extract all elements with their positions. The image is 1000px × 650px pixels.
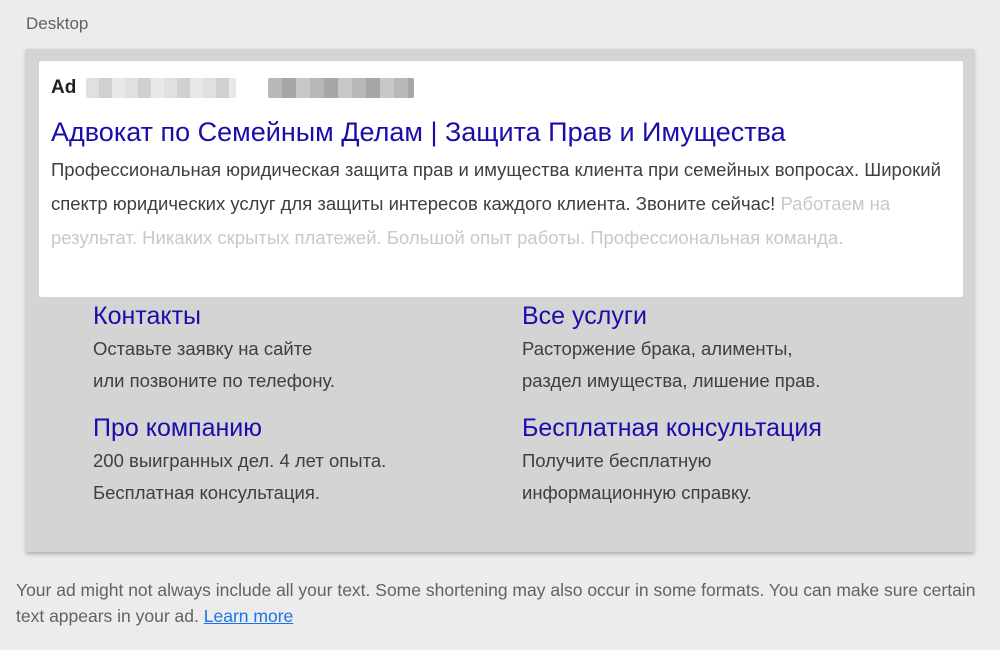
ad-description: Профессиональная юридическая защита прав… xyxy=(51,153,941,255)
sitelink-desc-line2: информационную справку. xyxy=(522,482,752,503)
ad-card: Ad Адвокат по Семейным Делам | Защита Пр… xyxy=(39,61,963,297)
ad-badge: Ad xyxy=(51,77,77,98)
sitelink-contacts: Контакты Оставьте заявку на сайте или по… xyxy=(93,299,493,397)
sitelink-desc-line2: раздел имущества, лишение прав. xyxy=(522,370,821,391)
sitelink-about-company: Про компанию 200 выигранных дел. 4 лет о… xyxy=(93,411,493,509)
blurred-display-url xyxy=(86,78,237,98)
blurred-display-path xyxy=(268,78,415,98)
sitelink-all-services: Все услуги Расторжение брака, алименты, … xyxy=(522,299,922,397)
footer-note-text: Your ad might not always include all you… xyxy=(16,580,976,626)
sitelink-desc-line1: Расторжение брака, алименты, xyxy=(522,338,793,359)
preview-device-label: Desktop xyxy=(26,14,89,33)
sitelink-title[interactable]: Все услуги xyxy=(522,299,922,333)
sitelink-free-consultation: Бесплатная консультация Получите бесплат… xyxy=(522,411,922,509)
sitelink-title[interactable]: Контакты xyxy=(93,299,493,333)
sitelink-desc-line1: 200 выигранных дел. 4 лет опыта. xyxy=(93,450,387,471)
sitelink-desc-line2: Бесплатная консультация. xyxy=(93,482,321,503)
sitelink-desc-line1: Получите бесплатную xyxy=(522,450,712,471)
ad-headline[interactable]: Адвокат по Семейным Делам | Защита Прав … xyxy=(51,115,951,149)
sitelink-title[interactable]: Бесплатная консультация xyxy=(522,411,922,445)
sitelink-desc-line2: или позвоните по телефону. xyxy=(93,370,336,391)
ad-preview-frame: Ad Адвокат по Семейным Делам | Защита Пр… xyxy=(26,49,974,552)
ad-header-row: Ad xyxy=(51,75,951,101)
sitelink-title[interactable]: Про компанию xyxy=(93,411,493,445)
footer-note: Your ad might not always include all you… xyxy=(16,577,986,629)
learn-more-link[interactable]: Learn more xyxy=(204,606,294,626)
sitelink-desc-line1: Оставьте заявку на сайте xyxy=(93,338,313,359)
